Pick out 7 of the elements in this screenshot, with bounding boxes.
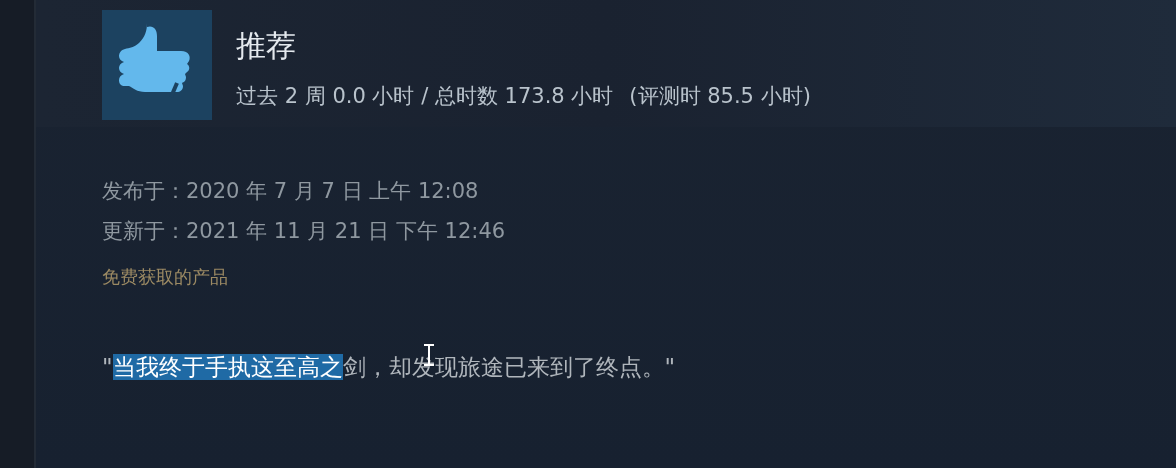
verdict-title: 推荐 xyxy=(236,27,297,65)
free-product-label: 免费获取的产品 xyxy=(102,265,229,289)
playtime-text: 过去 2 周 0.0 小时 / 总时数 173.8 小时 xyxy=(236,83,614,110)
thumbs-up-icon xyxy=(102,10,212,120)
updated-date: 更新于：2021 年 11 月 21 日 下午 12:46 xyxy=(102,218,507,245)
playtime-at-review-text: (评测时 85.5 小时) xyxy=(629,83,811,110)
posted-date: 发布于：2020 年 7 月 7 日 上午 12:08 xyxy=(102,178,480,205)
